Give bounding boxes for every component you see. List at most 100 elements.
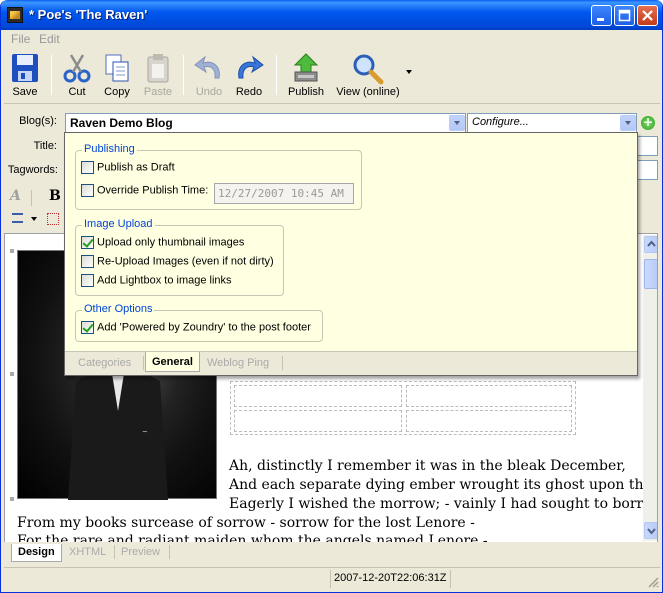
status-divider	[330, 570, 331, 588]
publish-as-draft-checkbox[interactable]: Publish as Draft	[81, 161, 175, 177]
tab-xhtml[interactable]: XHTML	[63, 544, 112, 562]
popup-tabs: Categories General Weblog Ping	[65, 351, 637, 375]
resize-grip-icon	[648, 577, 659, 588]
publish-label: Publish	[287, 86, 325, 98]
scroll-up-button[interactable]	[644, 236, 657, 253]
svg-text:~: ~	[142, 428, 148, 436]
other-options-group-title: Other Options	[82, 303, 155, 315]
tagwords-label: Tagwords:	[7, 164, 58, 176]
table-icon[interactable]	[47, 213, 59, 225]
magnifier-icon	[353, 54, 384, 85]
poem-line: And each separate dying ember wrought it…	[229, 477, 658, 493]
powered-by-label: Add 'Powered by Zoundry' to the post foo…	[97, 321, 311, 334]
table-cell[interactable]	[406, 385, 572, 407]
bold-icon[interactable]: B	[49, 188, 61, 204]
minimize-button[interactable]	[591, 5, 612, 26]
chevron-down-icon[interactable]	[449, 115, 465, 131]
checkbox-box[interactable]	[81, 184, 94, 197]
main-toolbar: Save Cut Copy Paste Undo Redo Publish Vi…	[4, 49, 660, 104]
view-online-label: View (online)	[336, 86, 400, 98]
override-publish-time-checkbox[interactable]: Override Publish Time:	[81, 184, 208, 200]
toolbar-overflow-chevron-icon[interactable]	[406, 70, 412, 74]
app-window: * Poe's 'The Raven' File Edit Save Cut C…	[0, 0, 663, 593]
add-blog-plus-icon[interactable]: +	[641, 116, 655, 130]
override-publish-time-label: Override Publish Time:	[97, 184, 209, 197]
chevron-up-icon	[647, 240, 656, 247]
tab-design[interactable]: Design	[11, 544, 62, 562]
paste-button[interactable]: Paste	[140, 49, 176, 101]
powered-by-checkbox[interactable]: Add 'Powered by Zoundry' to the post foo…	[81, 321, 311, 337]
paste-label: Paste	[143, 86, 173, 98]
chevron-down-icon[interactable]	[31, 217, 37, 221]
title-bar[interactable]: * Poe's 'The Raven'	[1, 0, 662, 30]
poem-line: Ah, distinctly I remember it was in the …	[229, 458, 626, 474]
status-bar: 2007-12-20T22:06:31Z	[4, 567, 660, 589]
publish-button[interactable]: Publish	[284, 49, 328, 101]
menu-edit[interactable]: Edit	[39, 32, 60, 46]
toolbar-separator	[51, 55, 52, 95]
upload-thumbnails-checkbox[interactable]: Upload only thumbnail images	[81, 236, 244, 252]
tab-preview[interactable]: Preview	[115, 544, 166, 562]
tab-general[interactable]: General	[145, 352, 200, 372]
editor-mode-tabs: Design XHTML Preview	[4, 542, 660, 562]
close-icon	[642, 10, 653, 21]
publish-time-input[interactable]: 12/27/2007 10:45 AM	[214, 183, 354, 204]
checkbox-box[interactable]	[81, 255, 94, 268]
window-title: * Poe's 'The Raven'	[29, 7, 148, 22]
cut-label: Cut	[68, 86, 86, 98]
copy-label: Copy	[104, 86, 130, 98]
reupload-images-label: Re-Upload Images (even if not dirty)	[97, 255, 274, 268]
menu-file[interactable]: File	[11, 32, 30, 46]
redo-icon	[238, 55, 264, 79]
status-divider	[450, 570, 451, 588]
resize-handle[interactable]	[10, 372, 14, 376]
scroll-thumb[interactable]	[644, 259, 657, 289]
maximize-button[interactable]	[614, 5, 635, 26]
minimize-icon	[597, 18, 604, 21]
redo-label: Redo	[235, 86, 263, 98]
undo-label: Undo	[195, 86, 223, 98]
tab-weblog-ping[interactable]: Weblog Ping	[201, 355, 275, 373]
chevron-down-icon[interactable]	[620, 115, 636, 131]
configure-select[interactable]: Configure...	[467, 113, 637, 133]
checkbox-box[interactable]	[81, 236, 94, 249]
vertical-scrollbar[interactable]	[643, 235, 657, 541]
save-button[interactable]: Save	[6, 49, 44, 101]
checkbox-box[interactable]	[81, 321, 94, 334]
add-lightbox-label: Add Lightbox to image links	[97, 274, 232, 287]
reupload-images-checkbox[interactable]: Re-Upload Images (even if not dirty)	[81, 255, 274, 271]
floppy-disk-icon	[12, 54, 38, 82]
content-table[interactable]	[230, 381, 576, 435]
table-cell[interactable]	[234, 410, 402, 432]
close-button[interactable]	[637, 5, 658, 26]
blog-select-value: Raven Demo Blog	[70, 116, 173, 130]
checkbox-box[interactable]	[81, 274, 94, 287]
save-label: Save	[12, 86, 38, 98]
table-cell[interactable]	[234, 385, 402, 407]
tab-divider	[143, 356, 144, 370]
image-upload-group-title: Image Upload	[82, 218, 155, 230]
maximize-icon	[618, 9, 631, 22]
toolbar-separator	[31, 190, 32, 206]
undo-icon	[194, 55, 220, 79]
checkbox-box[interactable]	[81, 161, 94, 174]
list-icon[interactable]	[12, 213, 23, 223]
resize-handle[interactable]	[10, 497, 14, 501]
blog-select[interactable]: Raven Demo Blog	[65, 113, 466, 133]
status-timestamp: 2007-12-20T22:06:31Z	[334, 572, 447, 584]
tab-categories[interactable]: Categories	[72, 355, 137, 373]
poem-line: Eagerly I wished the morrow; - vainly I …	[229, 496, 658, 512]
undo-button[interactable]: Undo	[191, 49, 227, 101]
copy-button[interactable]: Copy	[99, 49, 135, 101]
table-cell[interactable]	[406, 410, 572, 432]
add-lightbox-checkbox[interactable]: Add Lightbox to image links	[81, 274, 232, 290]
font-style-icon[interactable]: A	[10, 188, 21, 204]
resize-handle[interactable]	[10, 249, 14, 253]
view-online-button[interactable]: View (online)	[333, 49, 403, 101]
tab-divider	[169, 545, 170, 559]
scroll-down-button[interactable]	[644, 522, 657, 539]
cut-button[interactable]: Cut	[59, 49, 95, 101]
publishing-group-title: Publishing	[82, 143, 137, 155]
tab-divider	[282, 356, 283, 370]
redo-button[interactable]: Redo	[231, 49, 267, 101]
